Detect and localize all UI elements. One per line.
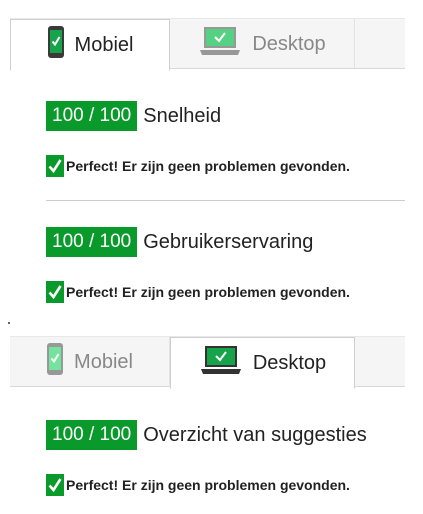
phone-icon [46,343,64,381]
check-icon [46,281,64,303]
result-line: Perfect! Er zijn geen problemen gevonden… [46,474,367,496]
tab-desktop[interactable]: Desktop [170,337,355,389]
result-line: Perfect! Er zijn geen problemen gevonden… [46,281,350,303]
section-divider [46,200,405,201]
score-section-snelheid: 100 / 100 Snelheid Perfect! Er zijn geen… [46,101,350,177]
section-title: Gebruikerservaring [143,230,314,253]
check-icon [46,155,64,177]
device-tab-bar: Mobiel Desktop [10,336,405,389]
mobile-results-panel: Mobiel Desktop 100 / 100 Snelheid Perfec… [0,0,423,320]
tab-label: Mobiel [74,350,133,373]
tab-label: Desktop [252,351,327,374]
score-badge: 100 / 100 [46,420,138,450]
tab-mobiel[interactable]: Mobiel [10,337,170,387]
tab-desktop[interactable]: Desktop [170,19,355,69]
score-badge: 100 / 100 [46,101,138,131]
tab-label: Desktop [252,32,326,55]
result-message: Perfect! Er zijn geen problemen gevonden… [66,158,350,174]
stray-dot [8,322,10,324]
tab-label: Mobiel [74,33,134,56]
phone-icon [47,26,65,64]
laptop-icon [198,26,242,62]
desktop-results-panel: Mobiel Desktop 100 / 100 Overzicht van s… [0,334,423,514]
result-line: Perfect! Er zijn geen problemen gevonden… [46,155,350,177]
check-icon [46,474,64,496]
section-title: Overzicht van suggesties [143,423,367,446]
result-message: Perfect! Er zijn geen problemen gevonden… [66,477,350,493]
tab-mobiel[interactable]: Mobiel [10,19,170,71]
laptop-icon [199,345,243,381]
score-section-overzicht: 100 / 100 Overzicht van suggesties Perfe… [46,420,367,496]
score-badge: 100 / 100 [46,227,138,257]
section-title: Snelheid [143,104,222,127]
score-section-gebruikerservaring: 100 / 100 Gebruikerservaring Perfect! Er… [46,227,350,303]
device-tab-bar: Mobiel Desktop [10,18,405,71]
result-message: Perfect! Er zijn geen problemen gevonden… [66,284,350,300]
